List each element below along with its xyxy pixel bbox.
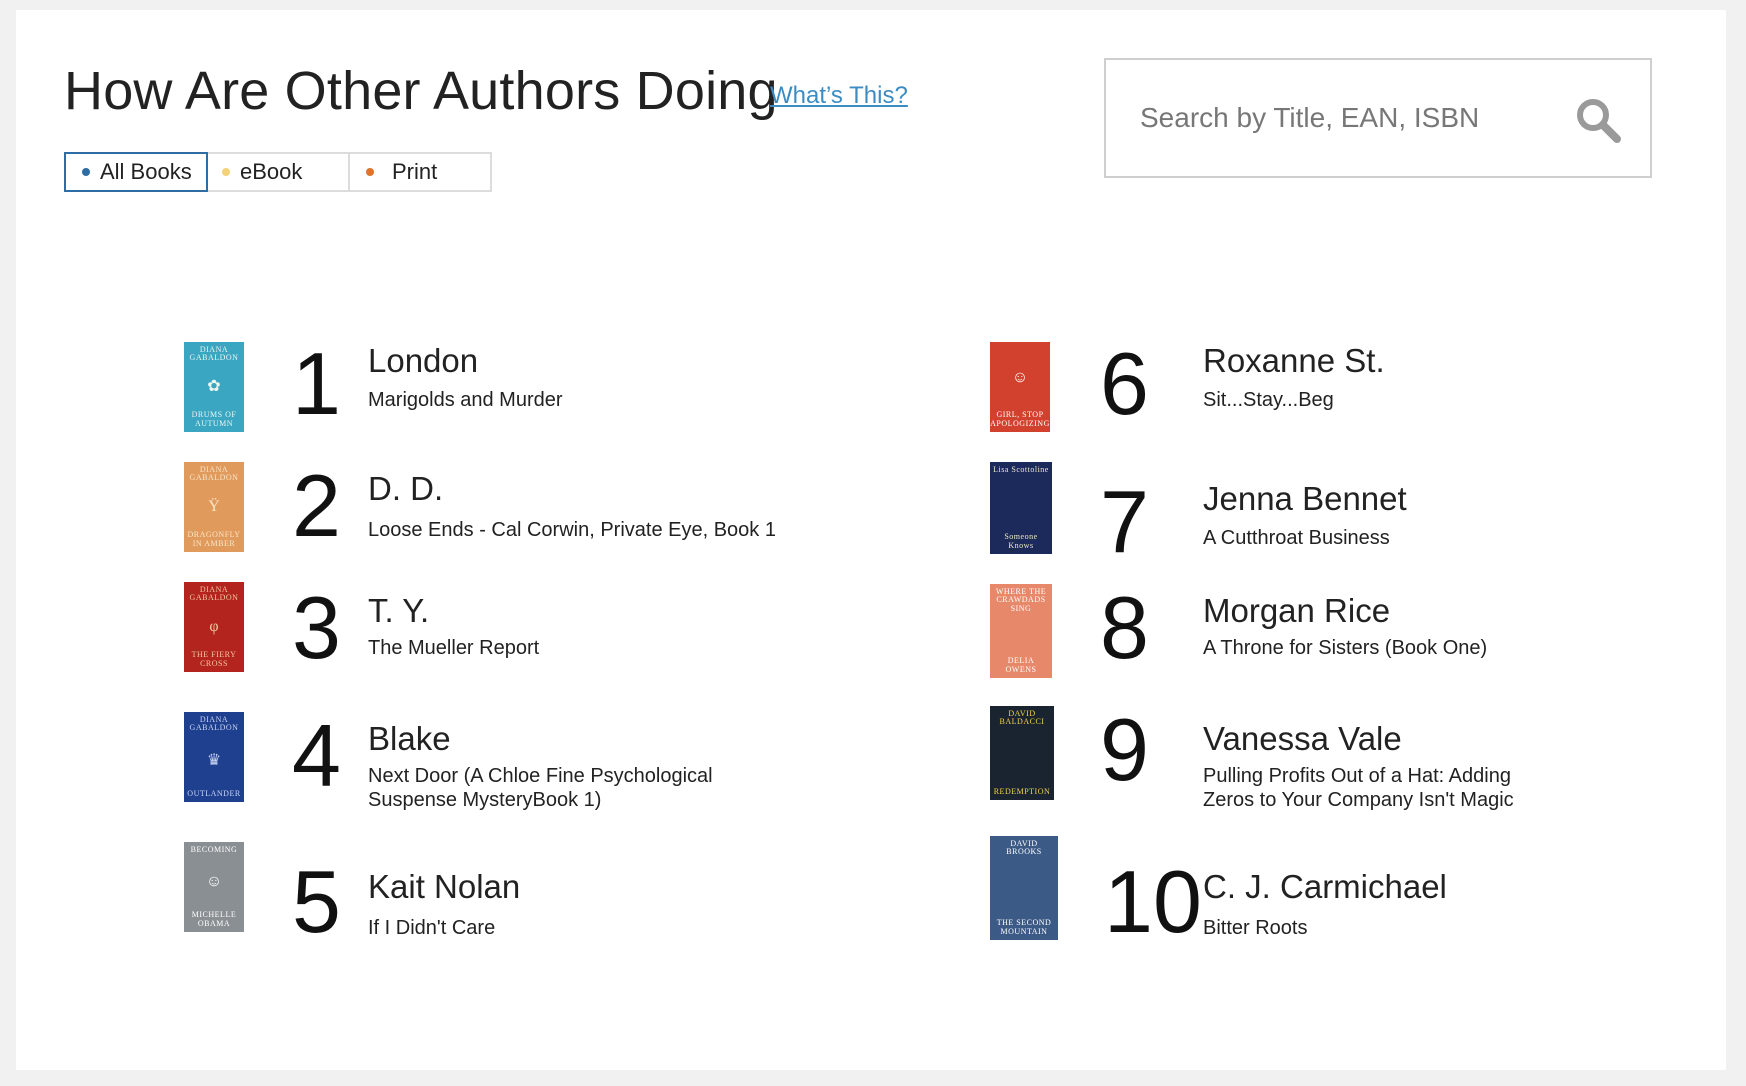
author-name[interactable]: Kait Nolan: [368, 868, 520, 906]
cover-top-text: DAVID BROOKS: [1006, 839, 1042, 857]
book-title[interactable]: A Cutthroat Business: [1203, 526, 1703, 550]
author-name[interactable]: D. D.: [368, 470, 443, 508]
search-box: [1104, 58, 1652, 178]
cover-top-text: DIANA GABALDON: [189, 345, 239, 363]
rank-number: 6: [1100, 334, 1149, 433]
portrait-icon: ☺: [205, 873, 223, 891]
cover-top-text: DIANA GABALDON: [189, 715, 239, 733]
cover-bottom-text: OUTLANDER: [187, 788, 241, 798]
author-name[interactable]: London: [368, 342, 478, 380]
book-cover[interactable]: DAVID BROOKS THE SECOND MOUNTAIN: [990, 836, 1058, 940]
book-title[interactable]: Bitter Roots: [1203, 916, 1703, 940]
book-title[interactable]: Marigolds and Murder: [368, 388, 868, 412]
rank-number: 8: [1100, 578, 1149, 677]
rank-number: 2: [292, 456, 341, 555]
filter-label: eBook: [240, 159, 303, 184]
rank-number: 1: [292, 334, 341, 433]
cover-bottom-text: DRUMS OF AUTUMN: [191, 410, 237, 428]
book-title[interactable]: Sit...Stay...Beg: [1203, 388, 1703, 412]
book-title[interactable]: Loose Ends - Cal Corwin, Private Eye, Bo…: [368, 518, 868, 542]
brooch-icon: φ: [209, 617, 219, 635]
cover-bottom-text: MICHELLE OBAMA: [191, 910, 237, 928]
cover-bottom-text: DELIA OWENS: [1005, 656, 1037, 674]
book-title[interactable]: Next Door (A Chloe Fine Psychological Su…: [368, 764, 768, 813]
portrait-icon: ☺: [1011, 369, 1029, 387]
tree-icon: ✿: [207, 377, 221, 395]
rank-number: 5: [292, 852, 341, 951]
book-cover[interactable]: WHERE THE CRAWDADS SING DELIA OWENS: [990, 584, 1052, 678]
cover-top-text: DAVID BALDACCI: [999, 709, 1045, 727]
crown-icon: ♛: [206, 751, 222, 769]
cover-bottom-text: DRAGONFLY IN AMBER: [187, 530, 241, 548]
author-name[interactable]: Roxanne St.: [1203, 342, 1385, 380]
book-cover[interactable]: DIANA GABALDON φ THE FIERY CROSS: [184, 582, 244, 672]
filter-all-books[interactable]: All Books: [64, 152, 208, 192]
rank-number: 4: [292, 706, 341, 805]
book-title[interactable]: Pulling Profits Out of a Hat: Adding Zer…: [1203, 764, 1533, 813]
goblet-icon: Ÿ: [208, 497, 220, 515]
book-cover[interactable]: Lisa Scottoline Someone Knows: [990, 462, 1052, 554]
book-cover[interactable]: BECOMING ☺ MICHELLE OBAMA: [184, 842, 244, 932]
author-name[interactable]: T. Y.: [368, 592, 429, 630]
cover-top-text: DIANA GABALDON: [189, 585, 239, 603]
cover-top-text: Lisa Scottoline: [993, 465, 1049, 474]
cover-top-text: WHERE THE CRAWDADS SING: [995, 587, 1047, 613]
book-title[interactable]: The Mueller Report: [368, 636, 868, 660]
cover-bottom-text: Someone Knows: [1004, 532, 1038, 550]
cover-bottom-text: THE FIERY CROSS: [191, 650, 237, 668]
search-icon[interactable]: [1574, 96, 1622, 144]
author-name[interactable]: C. J. Carmichael: [1203, 868, 1447, 906]
filter-print[interactable]: Print: [348, 152, 492, 192]
cover-top-text: DIANA GABALDON: [189, 465, 239, 483]
rank-number: 3: [292, 578, 341, 677]
print-dot-icon: [366, 168, 374, 176]
book-title[interactable]: If I Didn't Care: [368, 916, 868, 940]
author-name[interactable]: Morgan Rice: [1203, 592, 1390, 630]
author-name[interactable]: Vanessa Vale: [1203, 720, 1402, 758]
book-cover[interactable]: DAVID BALDACCI REDEMPTION: [990, 706, 1054, 800]
rank-number: 10: [1104, 852, 1202, 951]
ebook-dot-icon: [222, 168, 230, 176]
search-input[interactable]: [1138, 101, 1562, 135]
filter-ebook[interactable]: eBook: [206, 152, 350, 192]
book-cover[interactable]: DIANA GABALDON ♛ OUTLANDER: [184, 712, 244, 802]
book-cover[interactable]: DIANA GABALDON Ÿ DRAGONFLY IN AMBER: [184, 462, 244, 552]
filter-label: Print: [392, 159, 438, 184]
filter-label: All Books: [100, 159, 192, 184]
rank-number: 7: [1100, 472, 1149, 571]
format-filter-tabs: All Books eBook Print: [64, 152, 492, 192]
book-cover[interactable]: DIANA GABALDON ✿ DRUMS OF AUTUMN: [184, 342, 244, 432]
book-title[interactable]: A Throne for Sisters (Book One): [1203, 636, 1703, 660]
author-name[interactable]: Blake: [368, 720, 451, 758]
cover-bottom-text: GIRL, STOP APOLOGIZING: [990, 410, 1050, 428]
cover-bottom-text: REDEMPTION: [993, 786, 1051, 796]
author-name[interactable]: Jenna Bennet: [1203, 480, 1407, 518]
rank-number: 9: [1100, 700, 1149, 799]
whats-this-link[interactable]: What’s This?: [770, 82, 908, 110]
book-cover[interactable]: ☺ GIRL, STOP APOLOGIZING: [990, 342, 1050, 432]
cover-top-text: BECOMING: [190, 845, 238, 854]
cover-bottom-text: THE SECOND MOUNTAIN: [996, 918, 1052, 936]
page-title: How Are Other Authors Doing: [64, 61, 778, 121]
all-books-dot-icon: [82, 168, 90, 176]
